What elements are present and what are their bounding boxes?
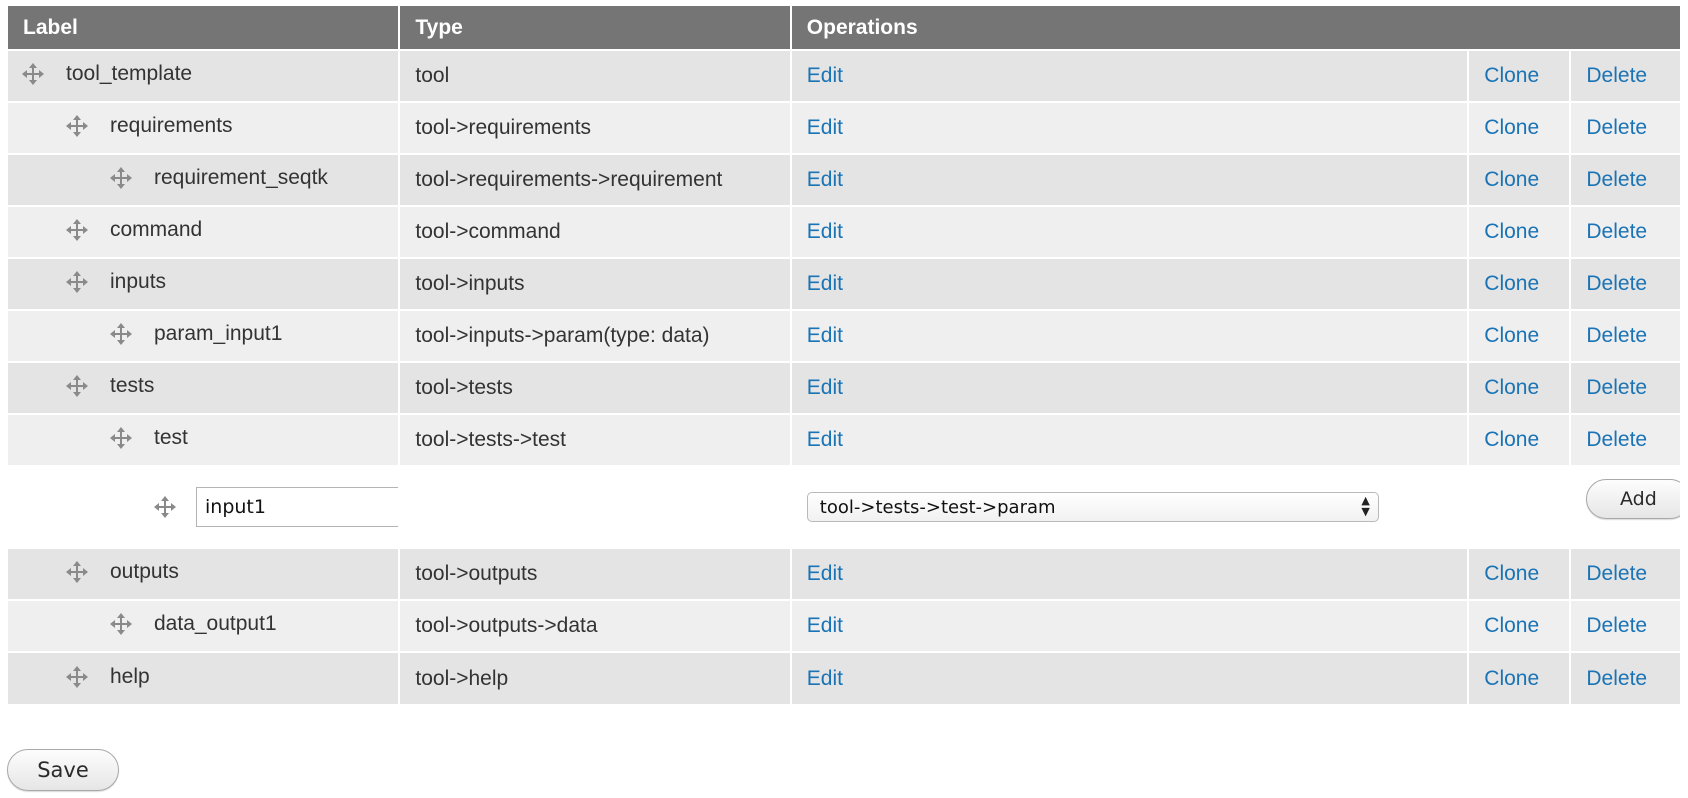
table-row: tool_template tool Edit Clone Delete: [8, 49, 1680, 102]
edit-link[interactable]: Edit: [807, 667, 843, 690]
tree-table-container: Label Type Operations tool_template tool E…: [8, 6, 1680, 704]
edit-link[interactable]: Edit: [807, 562, 843, 585]
move-arrows-icon[interactable]: [66, 665, 88, 688]
new-element-label-input[interactable]: [196, 487, 400, 527]
edit-link[interactable]: Edit: [807, 64, 843, 87]
move-arrows-icon[interactable]: [110, 427, 132, 449]
table-row: param_input1 tool->inputs->param(type: da…: [8, 309, 1680, 362]
delete-link[interactable]: Delete: [1586, 614, 1647, 637]
row-label: data_output1: [154, 612, 277, 635]
move-arrows-icon[interactable]: [66, 561, 88, 583]
table-row: command tool->command Edit Clone Delete: [8, 205, 1680, 258]
move-arrows-icon[interactable]: [22, 63, 44, 85]
edit-link[interactable]: Edit: [807, 116, 843, 139]
edit-link[interactable]: Edit: [807, 168, 843, 191]
row-label: requirement_seqtk: [154, 166, 328, 189]
table-row: requirement_seqtk tool->requirements->req…: [8, 153, 1680, 206]
header-label: Label: [8, 6, 400, 50]
add-button[interactable]: Add: [1586, 479, 1680, 519]
delete-link[interactable]: Delete: [1586, 667, 1647, 690]
element-type-select[interactable]: tool->tests->test->param ▲ ▼: [806, 492, 1379, 522]
delete-link[interactable]: Delete: [1586, 428, 1647, 451]
clone-link[interactable]: Clone: [1484, 64, 1539, 87]
table-body-bottom: outputs tool->outputs Edit Clone Delete data_…: [8, 547, 1680, 704]
edit-link[interactable]: Edit: [807, 324, 843, 347]
clone-link[interactable]: Clone: [1484, 272, 1539, 295]
row-label: inputs: [110, 270, 167, 293]
table-body-add: tool->tests->test->param ▲▼ Add: [8, 465, 1680, 548]
edit-link[interactable]: Edit: [807, 614, 843, 637]
table-row: help tool->help Edit Clone Delete: [8, 651, 1680, 704]
row-type: tool->command: [398, 205, 791, 258]
select-arrows-icon: ▲ ▼: [1361, 494, 1370, 518]
save-button[interactable]: Save: [7, 749, 119, 791]
row-type: tool->outputs->data: [398, 599, 791, 652]
edit-link[interactable]: Edit: [807, 272, 843, 295]
move-arrows-icon[interactable]: [110, 167, 132, 189]
table-row: inputs tool->inputs Edit Clone Delete: [8, 257, 1680, 310]
clone-link[interactable]: Clone: [1484, 562, 1539, 585]
move-arrows-icon[interactable]: [66, 375, 88, 397]
row-type: tool->outputs: [398, 547, 791, 600]
row-type: tool->tests->test: [398, 413, 791, 466]
row-type: tool: [398, 49, 791, 102]
edit-link[interactable]: Edit: [807, 220, 843, 243]
row-label: outputs: [110, 560, 179, 583]
row-type: tool->inputs->param(type: data): [398, 309, 791, 362]
move-arrows-icon[interactable]: [66, 271, 88, 293]
row-label: tool_template: [66, 62, 193, 85]
table-body-top: tool_template tool Edit Clone Delete requirem…: [8, 49, 1680, 466]
table-row: data_output1 tool->outputs->data Edit Clone…: [8, 599, 1680, 652]
clone-link[interactable]: Clone: [1484, 324, 1539, 347]
row-label: command: [110, 218, 203, 241]
table-row: tests tool->tests Edit Clone Delete: [8, 361, 1680, 414]
delete-link[interactable]: Delete: [1586, 562, 1647, 585]
row-label: requirements: [110, 114, 233, 137]
header-type: Type: [398, 6, 791, 50]
tool-tree-table: Label Type Operations tool_template tool E…: [8, 6, 1680, 704]
delete-link[interactable]: Delete: [1586, 168, 1647, 191]
table-row: requirements tool->requirements Edit Clone D…: [8, 101, 1680, 154]
delete-link[interactable]: Delete: [1586, 116, 1647, 139]
row-type: tool->tests: [398, 361, 791, 414]
clone-link[interactable]: Clone: [1484, 614, 1539, 637]
delete-link[interactable]: Delete: [1586, 64, 1647, 87]
row-label: help: [110, 664, 150, 688]
delete-link[interactable]: Delete: [1586, 220, 1647, 243]
move-arrows-icon[interactable]: [66, 219, 88, 241]
row-type: tool->inputs: [398, 257, 791, 310]
delete-link[interactable]: Delete: [1586, 324, 1647, 347]
clone-link[interactable]: Clone: [1484, 116, 1539, 139]
element-type-select-value: tool->tests->test->param: [819, 496, 1056, 518]
add-child-row: tool->tests->test->param ▲▼ Add: [8, 465, 1680, 548]
edit-link[interactable]: Edit: [807, 376, 843, 399]
row-type: tool->requirements->requirement: [398, 153, 791, 206]
move-arrows-icon[interactable]: [110, 613, 132, 635]
table-row: outputs tool->outputs Edit Clone Delete: [8, 547, 1680, 600]
table-row: test tool->tests->test Edit Clone Delete: [8, 413, 1680, 466]
clone-link[interactable]: Clone: [1484, 376, 1539, 399]
move-arrows-icon[interactable]: [110, 323, 132, 345]
row-label: test: [154, 426, 188, 449]
clone-link[interactable]: Clone: [1484, 428, 1539, 451]
clone-link[interactable]: Clone: [1484, 667, 1539, 690]
clone-link[interactable]: Clone: [1484, 220, 1539, 243]
row-type: tool->help: [398, 651, 791, 704]
table-header-row: Label Type Operations: [8, 6, 1680, 50]
edit-link[interactable]: Edit: [807, 428, 843, 451]
move-arrows-icon[interactable]: [154, 496, 176, 518]
delete-link[interactable]: Delete: [1586, 376, 1647, 399]
delete-link[interactable]: Delete: [1586, 272, 1647, 295]
row-label: tests: [110, 374, 155, 397]
clone-link[interactable]: Clone: [1484, 168, 1539, 191]
row-type: tool->requirements: [398, 101, 791, 154]
row-label: param_input1: [154, 322, 283, 345]
move-arrows-icon[interactable]: [66, 115, 88, 137]
header-operations: Operations: [789, 6, 1680, 50]
